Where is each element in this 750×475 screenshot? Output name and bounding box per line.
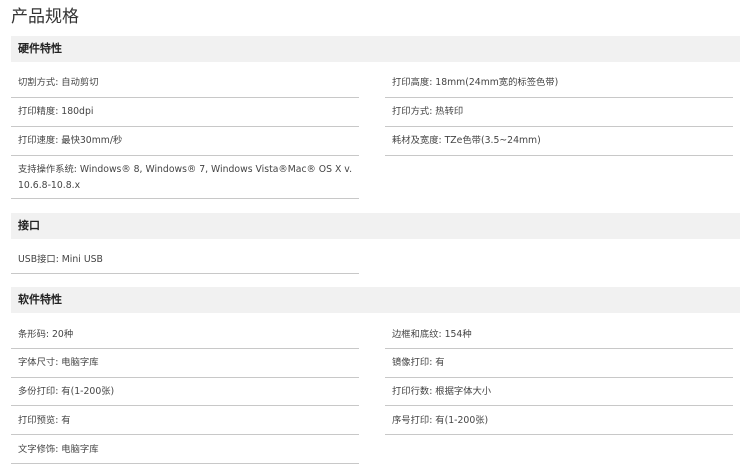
spec-row-mirror-print: 镜像打印有 (385, 355, 733, 378)
spec-label: 文字修饰 (18, 444, 61, 455)
spec-label: 耗材及宽度 (392, 135, 445, 146)
spec-value: 180dpi (61, 106, 94, 117)
spec-value: 最快30mm/秒 (61, 135, 123, 146)
spec-row-print-method: 打印方式热转印 (385, 104, 733, 127)
spec-row-font-size: 字体尺寸电脑字库 (11, 355, 359, 378)
spec-label: 边框和底纹 (392, 329, 445, 340)
spec-row-frames-shading: 边框和底纹154种 (385, 327, 733, 349)
spec-row-barcode: 条形码20种 (11, 327, 359, 349)
spec-label: 打印预览 (18, 415, 61, 426)
spec-value: 电脑字库 (61, 357, 99, 368)
spec-label: 切割方式 (18, 77, 61, 88)
spec-row-usb-interface: USB接口Mini USB (11, 252, 359, 274)
section-header-software: 软件特性 (11, 287, 740, 313)
spec-value: 有(1-200张) (435, 415, 489, 426)
spec-row-text-decoration: 文字修饰电脑字库 (11, 442, 359, 464)
section-header-hardware: 硬件特性 (11, 36, 740, 62)
spec-row-consumables-width: 耗材及宽度TZe色带(3.5~24mm) (385, 133, 733, 156)
spec-label: 序号打印 (392, 415, 435, 426)
spec-label: 打印速度 (18, 135, 61, 146)
spec-value: 根据字体大小 (435, 386, 492, 397)
spec-row-print-preview: 打印预览有 (11, 413, 359, 435)
spec-row-serial-print: 序号打印有(1-200张) (385, 413, 733, 435)
spec-label: 支持操作系统 (18, 164, 80, 175)
spec-label: 多份打印 (18, 386, 61, 397)
spec-label: USB接口 (18, 254, 62, 265)
spec-value: 热转印 (435, 106, 464, 117)
spec-row-print-height: 打印高度18mm(24mm宽的标签色带) (385, 75, 733, 98)
spec-row-multi-copy: 多份打印有(1-200张) (11, 384, 359, 406)
spec-value: 有 (435, 357, 445, 368)
spec-label: 条形码 (18, 329, 52, 340)
spec-value: 有(1-200张) (61, 386, 115, 397)
spec-value: 自动剪切 (61, 77, 99, 88)
spec-row-print-speed: 打印速度最快30mm/秒 (11, 133, 359, 156)
spec-value: 154种 (444, 329, 472, 340)
spec-value: 20种 (52, 329, 74, 340)
spec-label: 镜像打印 (392, 357, 435, 368)
spec-value: 18mm(24mm宽的标签色带) (435, 77, 559, 88)
spec-value: 有 (61, 415, 71, 426)
spec-value: 电脑字库 (61, 444, 99, 455)
page-title: 产品规格 (11, 7, 79, 27)
spec-row-cut-method: 切割方式自动剪切 (11, 75, 359, 98)
spec-value: Mini USB (61, 254, 103, 265)
spec-value: TZe色带(3.5~24mm) (444, 135, 541, 146)
spec-label: 打印高度 (392, 77, 435, 88)
spec-label: 打印方式 (392, 106, 435, 117)
spec-row-print-lines: 打印行数根据字体大小 (385, 384, 733, 406)
spec-row-print-resolution: 打印精度180dpi (11, 104, 359, 127)
spec-row-supported-os: 支持操作系统Windows® 8, Windows® 7, Windows Vi… (11, 162, 359, 199)
spec-label: 字体尺寸 (18, 357, 61, 368)
section-header-interface: 接口 (11, 213, 740, 239)
spec-label: 打印精度 (18, 106, 61, 117)
spec-label: 打印行数 (392, 386, 435, 397)
